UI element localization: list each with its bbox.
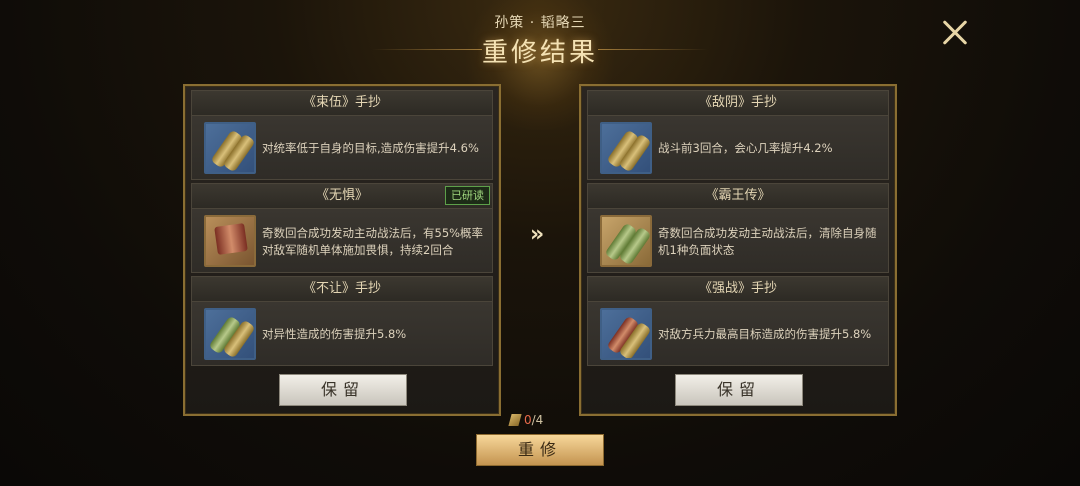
reroll-counter: 0/4: [508, 413, 544, 427]
slot-title: 《强战》手抄: [587, 276, 889, 302]
page-title: 重修结果: [481, 38, 598, 68]
slot-body: 奇数回合成功发动主动战法后，清除自身随机1种负面状态: [587, 209, 889, 273]
slot-description: 对敌方兵力最高目标造成的伤害提升5.8%: [658, 327, 872, 341]
studied-badge: 已研读: [445, 186, 490, 205]
reroll-button[interactable]: 重修: [476, 434, 604, 466]
close-button[interactable]: [936, 14, 974, 52]
right-result-panel: 《敌阴》手抄 战斗前3回合，会心几率提升4.2% 《霸王传》 奇数回合成功发动主…: [579, 84, 897, 416]
slot-title: 《敌阴》手抄: [587, 90, 889, 116]
slot-description: 奇数回合成功发动主动战法后，有55%概率对敌军随机单体施加畏惧，持续2回合: [262, 225, 484, 257]
left-slot-1[interactable]: 《束伍》手抄 对统率低于自身的目标,造成伤害提升4.6%: [191, 90, 493, 180]
slot-body: 战斗前3回合，会心几率提升4.2%: [587, 116, 889, 180]
blue-scroll-icon: [204, 308, 256, 360]
slot-description: 奇数回合成功发动主动战法后，清除自身随机1种负面状态: [658, 225, 877, 257]
blue-scroll-icon: [600, 122, 652, 174]
slot-title-text: 《无惧》: [315, 188, 368, 203]
slot-body: 对异性造成的伤害提升5.8%: [191, 302, 493, 366]
compare-arrow-icon: »: [530, 222, 545, 247]
left-slot-2[interactable]: 《无惧》 已研读 奇数回合成功发动主动战法后，有55%概率对敌军随机单体施加畏惧…: [191, 183, 493, 273]
slot-title: 《无惧》 已研读: [191, 183, 493, 209]
slot-title: 《霸王传》: [587, 183, 889, 209]
blue-scroll-icon: [204, 122, 256, 174]
slot-body: 对敌方兵力最高目标造成的伤害提升5.8%: [587, 302, 889, 366]
slot-body: 对统率低于自身的目标,造成伤害提升4.6%: [191, 116, 493, 180]
green-scroll-icon: [600, 215, 652, 267]
slot-title: 《束伍》手抄: [191, 90, 493, 116]
reroll-used: 0: [524, 413, 532, 427]
red-book-icon: [204, 215, 256, 267]
reroll-total: /4: [531, 413, 544, 427]
page-subtitle: 孙策 · 韬略三: [494, 15, 586, 31]
keep-left-button[interactable]: 保留: [279, 374, 407, 406]
slot-description: 对统率低于自身的目标,造成伤害提升4.6%: [262, 141, 479, 155]
blue-scroll-icon: [600, 308, 652, 360]
slot-body: 奇数回合成功发动主动战法后，有55%概率对敌军随机单体施加畏惧，持续2回合: [191, 209, 493, 273]
right-slot-1[interactable]: 《敌阴》手抄 战斗前3回合，会心几率提升4.2%: [587, 90, 889, 180]
keep-right-button[interactable]: 保留: [675, 374, 803, 406]
right-slot-3[interactable]: 《强战》手抄 对敌方兵力最高目标造成的伤害提升5.8%: [587, 276, 889, 366]
slot-description: 对异性造成的伤害提升5.8%: [262, 327, 407, 341]
scroll-token-icon: [508, 414, 522, 426]
slot-description: 战斗前3回合，会心几率提升4.2%: [658, 141, 833, 155]
left-slot-3[interactable]: 《不让》手抄 对异性造成的伤害提升5.8%: [191, 276, 493, 366]
left-result-panel: 《束伍》手抄 对统率低于自身的目标,造成伤害提升4.6% 《无惧》 已研读 奇数…: [183, 84, 501, 416]
slot-title: 《不让》手抄: [191, 276, 493, 302]
right-slot-2[interactable]: 《霸王传》 奇数回合成功发动主动战法后，清除自身随机1种负面状态: [587, 183, 889, 273]
